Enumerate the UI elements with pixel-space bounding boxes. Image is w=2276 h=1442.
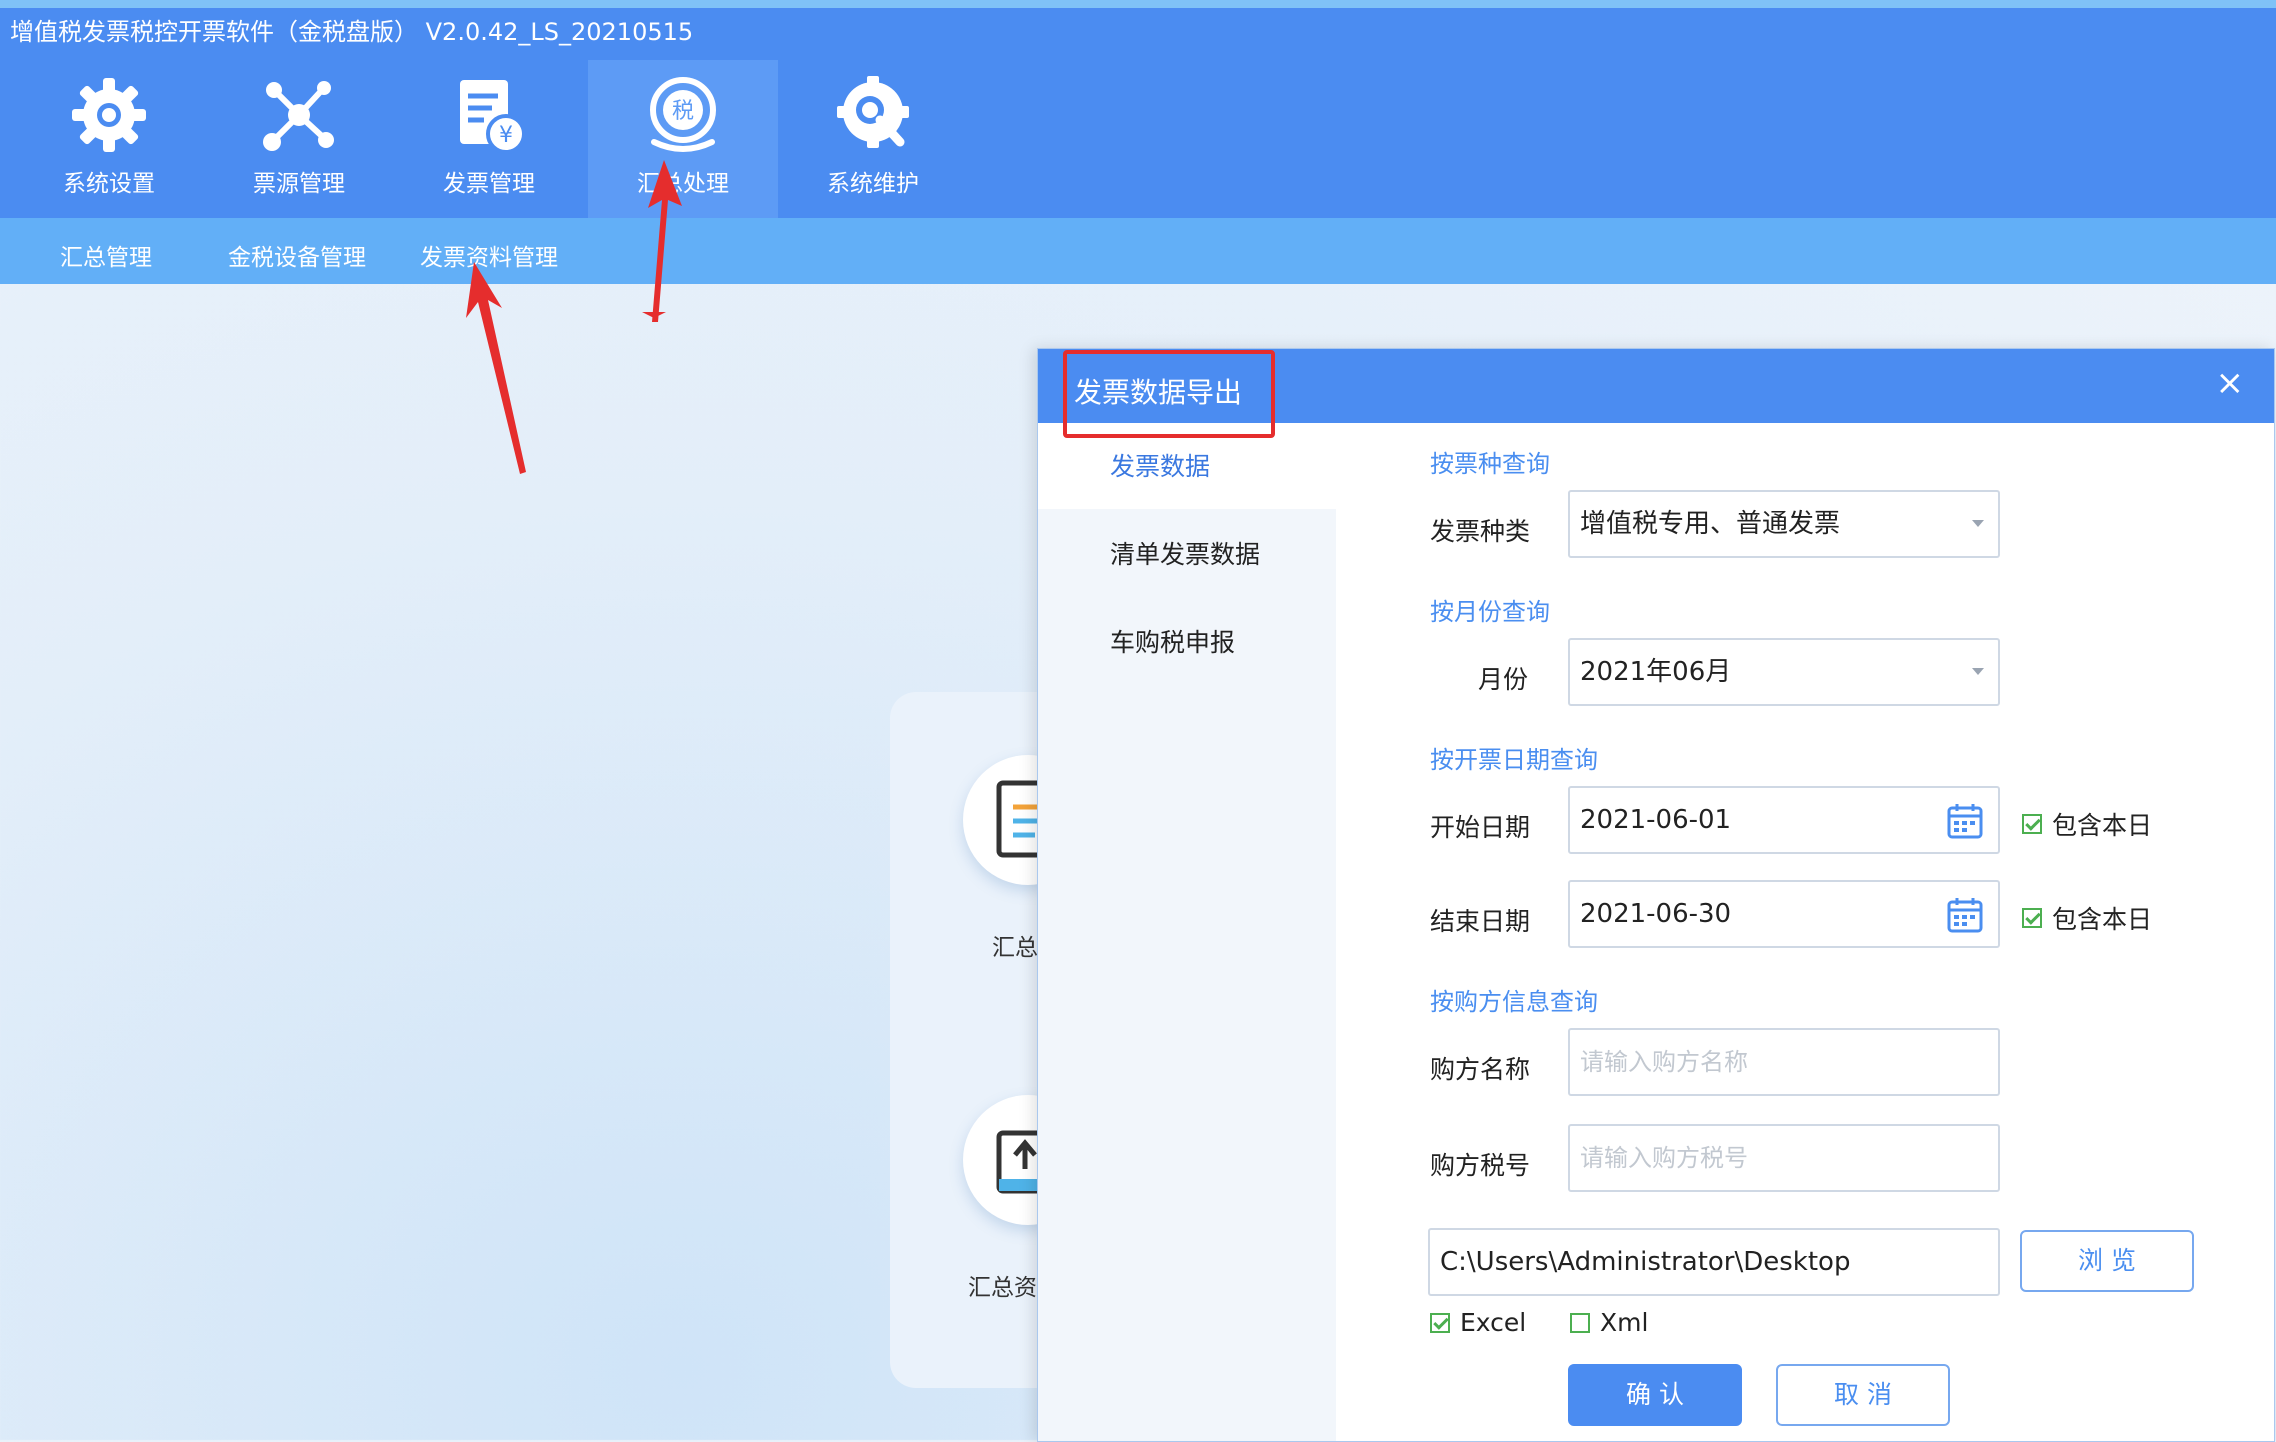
checkbox-icon <box>2022 814 2042 834</box>
toolbar-label: 票源管理 <box>253 171 345 197</box>
month-value: 2021年06月 <box>1580 657 1732 687</box>
annotation-highlight-box <box>1063 350 1275 438</box>
start-date-field[interactable]: 2021-06-01 <box>1568 786 2000 854</box>
section-by-buyer: 按购方信息查询 <box>1430 988 1598 1016</box>
toolbar-label: 系统设置 <box>63 171 155 197</box>
subnav-tax-device-management[interactable]: 金税设备管理 <box>228 238 366 272</box>
top-accent-line <box>0 0 2276 8</box>
invoice-icon: ¥ <box>460 80 526 154</box>
tax-stamp-icon: 税 <box>650 77 716 152</box>
month-label: 月份 <box>1478 665 1529 694</box>
format-excel-checkbox[interactable]: Excel <box>1430 1308 1526 1337</box>
buyer-name-input[interactable] <box>1568 1028 2000 1096</box>
checkbox-icon <box>1570 1312 1590 1333</box>
section-by-date: 按开票日期查询 <box>1430 746 1598 774</box>
toolbar-system-settings[interactable]: 系统设置 <box>14 60 204 218</box>
invoice-type-value: 增值税专用、普通发票 <box>1580 509 1841 539</box>
checkbox-icon <box>1430 1312 1450 1333</box>
toolbar-system-maintenance[interactable]: 系统维护 <box>778 60 968 218</box>
summary-data-label: 汇总资 <box>968 1275 1037 1301</box>
invoice-type-select[interactable]: 增值税专用、普通发票 <box>1568 490 2000 558</box>
toolbar-label: 系统维护 <box>827 171 919 197</box>
end-date-label: 结束日期 <box>1430 907 1531 936</box>
export-path-input[interactable] <box>1428 1228 2000 1296</box>
svg-text:¥: ¥ <box>499 123 513 148</box>
close-icon[interactable]: × <box>2216 363 2245 403</box>
network-icon <box>263 81 334 151</box>
chevron-down-icon <box>1972 520 1984 527</box>
wrench-icon <box>837 76 909 148</box>
subnav-summary-management[interactable]: 汇总管理 <box>60 238 152 272</box>
subnav-invoice-data-management[interactable]: 发票资料管理 <box>420 238 558 272</box>
gear-icon <box>72 78 146 152</box>
cancel-button[interactable]: 取 消 <box>1776 1364 1950 1426</box>
nav-list-invoice-data[interactable]: 清单发票数据 <box>1110 535 1260 571</box>
buyer-tax-label: 购方税号 <box>1430 1151 1531 1180</box>
month-select[interactable]: 2021年06月 <box>1568 638 2000 706</box>
toolbar-invoice-management[interactable]: ¥ 发票管理 <box>394 60 584 218</box>
summary-label: 汇总 <box>992 935 1038 961</box>
checkbox-icon <box>2022 908 2042 928</box>
chevron-down-icon <box>1972 668 1984 675</box>
end-date-value: 2021-06-30 <box>1580 899 1732 929</box>
confirm-button[interactable]: 确 认 <box>1568 1364 1742 1426</box>
include-today-label: 包含本日 <box>2052 811 2153 840</box>
invoice-type-label: 发票种类 <box>1430 517 1531 546</box>
toolbar-summary-processing[interactable]: 税 汇总处理 <box>588 60 778 218</box>
end-date-field[interactable]: 2021-06-30 <box>1568 880 2000 948</box>
calendar-icon[interactable] <box>1946 802 1984 840</box>
toolbar-ticket-source[interactable]: 票源管理 <box>204 60 394 218</box>
start-date-label: 开始日期 <box>1430 813 1531 842</box>
calendar-icon[interactable] <box>1946 896 1984 934</box>
toolbar: 增值税发票税控开票软件（金税盘版） V2.0.42_LS_20210515 系统… <box>0 0 2276 218</box>
app-title: 增值税发票税控开票软件（金税盘版） V2.0.42_LS_20210515 <box>10 18 694 46</box>
sub-navigation: 汇总管理 金税设备管理 发票资料管理 <box>0 218 2276 284</box>
arrow-to-invoice-data-icon <box>466 262 526 474</box>
browse-button[interactable]: 浏 览 <box>2020 1230 2194 1292</box>
toolbar-label: 汇总处理 <box>637 171 729 197</box>
svg-text:税: 税 <box>672 99 694 124</box>
buyer-tax-input[interactable] <box>1568 1124 2000 1192</box>
include-today-label: 包含本日 <box>2052 905 2153 934</box>
format-xml-checkbox[interactable]: Xml <box>1570 1308 1648 1337</box>
start-date-value: 2021-06-01 <box>1580 805 1732 835</box>
format-excel-label: Excel <box>1460 1308 1527 1337</box>
include-today-end-checkbox[interactable]: 包含本日 <box>2022 900 2152 936</box>
section-by-month: 按月份查询 <box>1430 598 1550 626</box>
section-by-type: 按票种查询 <box>1430 450 1550 478</box>
include-today-start-checkbox[interactable]: 包含本日 <box>2022 806 2152 842</box>
toolbar-label: 发票管理 <box>443 171 535 197</box>
format-xml-label: Xml <box>1600 1308 1649 1337</box>
nav-invoice-data[interactable]: 发票数据 <box>1110 447 1210 483</box>
buyer-name-label: 购方名称 <box>1430 1055 1531 1084</box>
nav-vehicle-tax-declaration[interactable]: 车购税申报 <box>1110 623 1235 659</box>
dialog-nav <box>1038 423 1336 1441</box>
